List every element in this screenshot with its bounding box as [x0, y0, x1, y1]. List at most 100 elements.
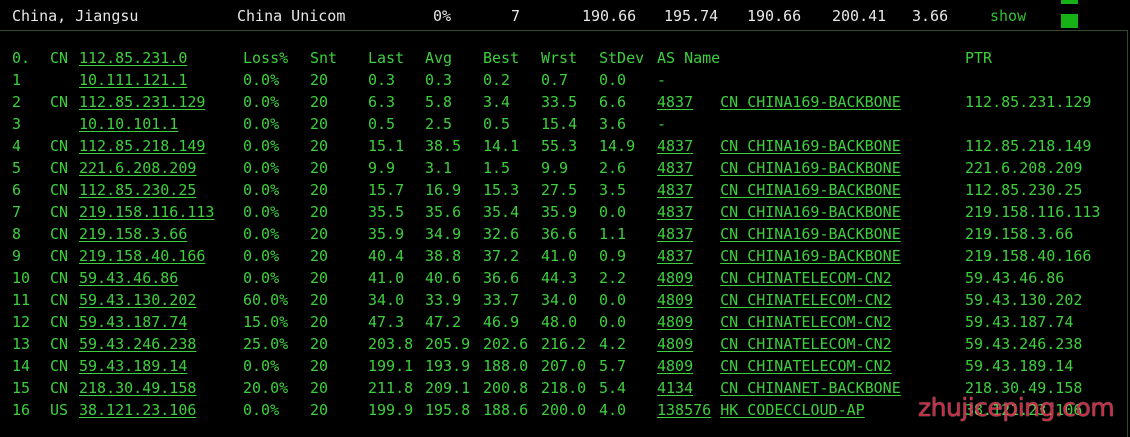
hop-number: 16 — [12, 401, 31, 419]
hop-asname[interactable]: CN CHINA169-BACKBONE — [720, 203, 901, 221]
hop-ptr: 112.85.218.149 — [965, 137, 1092, 155]
hop-host[interactable]: 10.111.121.1 — [79, 69, 187, 91]
hop-number: 15 — [12, 379, 31, 397]
header-host[interactable]: 112.85.231.0 — [79, 47, 187, 69]
table-row: 10 CN 59.43.46.86 0.0% 20 41.0 40.6 36.6 44.3 2.2… — [0, 267, 1127, 289]
hop-asn[interactable]: 4837 — [657, 203, 693, 221]
hop-as[interactable]: 4809 CN CHINATELECOM-CN2 — [657, 355, 892, 377]
summary-isp: China Unicom — [237, 7, 346, 25]
hop-ptr: 59.43.187.74 — [965, 313, 1074, 331]
hop-asname[interactable]: CN CHINATELECOM-CN2 — [720, 291, 892, 309]
hop-host[interactable]: 221.6.208.209 — [79, 157, 196, 179]
hop-asn[interactable]: 4809 — [657, 335, 693, 353]
hop-host[interactable]: 219.158.116.113 — [79, 201, 214, 223]
hop-asname[interactable]: CN CHINATELECOM-CN2 — [720, 357, 892, 375]
hop-asname[interactable]: CN CHINANET-BACKBONE — [720, 379, 901, 397]
hop-as[interactable]: 4809 CN CHINATELECOM-CN2 — [657, 267, 892, 289]
summary-last: 190.66 — [582, 7, 637, 25]
hop-asname[interactable]: CN CHINA169-BACKBONE — [720, 93, 901, 111]
hop-asname[interactable]: CN CHINATELECOM-CN2 — [720, 335, 892, 353]
hop-asn[interactable]: 4809 — [657, 357, 693, 375]
hop-as[interactable]: 4837 CN CHINA169-BACKBONE — [657, 135, 901, 157]
hop-asname[interactable]: HK CODECCLOUD-AP — [720, 401, 865, 419]
hop-sent: 20 — [310, 357, 329, 375]
hop-asname[interactable]: CN CHINA169-BACKBONE — [720, 137, 901, 155]
hop-worst: 33.5 — [541, 93, 578, 111]
hop-asname[interactable]: CN CHINA169-BACKBONE — [720, 159, 901, 177]
hop-as[interactable]: 4837 CN CHINA169-BACKBONE — [657, 91, 901, 113]
hop-asname[interactable]: CN CHINA169-BACKBONE — [720, 247, 901, 265]
header-snt: Snt — [310, 49, 338, 67]
hop-best: 1.5 — [483, 159, 511, 177]
country-code: CN — [50, 379, 69, 397]
hop-sent: 20 — [310, 71, 329, 89]
show-link[interactable]: show — [990, 6, 1026, 26]
hop-avg: 47.2 — [425, 313, 462, 331]
hop-asn[interactable]: 4837 — [657, 159, 693, 177]
hop-as[interactable]: 4134 CN CHINANET-BACKBONE — [657, 377, 901, 399]
hop-as[interactable]: 4809 CN CHINATELECOM-CN2 — [657, 289, 892, 311]
hop-as[interactable]: 138576 HK CODECCLOUD-AP — [657, 399, 865, 421]
hop-asn[interactable]: 4837 — [657, 181, 693, 199]
hop-stdev: 0.0 — [599, 71, 627, 89]
hop-asname[interactable]: CN CHINA169-BACKBONE — [720, 225, 901, 243]
hop-asname[interactable]: CN CHINATELECOM-CN2 — [720, 269, 892, 287]
hop-host[interactable]: 59.43.246.238 — [79, 333, 196, 355]
hop-asn[interactable]: 4837 — [657, 247, 693, 265]
hop-as[interactable]: 4837 CN CHINA169-BACKBONE — [657, 223, 901, 245]
hop-asn[interactable]: 4837 — [657, 225, 693, 243]
hop-number: 9 — [12, 247, 22, 265]
hop-as[interactable]: 4837 CN CHINA169-BACKBONE — [657, 179, 901, 201]
hop-asn[interactable]: 4837 — [657, 93, 693, 111]
hop-host[interactable]: 59.43.46.86 — [79, 267, 178, 289]
hop-host[interactable]: 59.43.187.74 — [79, 311, 187, 333]
hop-best: 33.7 — [483, 291, 520, 309]
hop-host[interactable]: 38.121.23.106 — [79, 399, 196, 421]
hop-sent: 20 — [310, 313, 329, 331]
summary-row: China, Jiangsu China Unicom 0% 7 190.66 … — [0, 0, 1130, 30]
hop-asn[interactable]: 4809 — [657, 313, 693, 331]
hop-as[interactable]: 4809 CN CHINATELECOM-CN2 — [657, 311, 892, 333]
hop-host[interactable]: 59.43.130.202 — [79, 289, 196, 311]
hop-last: 47.3 — [368, 313, 405, 331]
hop-asn[interactable]: 4134 — [657, 379, 693, 397]
hop-host[interactable]: 219.158.40.166 — [79, 245, 205, 267]
hop-asname[interactable]: CN CHINA169-BACKBONE — [720, 181, 901, 199]
hop-asname[interactable]: CN CHINATELECOM-CN2 — [720, 313, 892, 331]
hop-asn[interactable]: 4809 — [657, 269, 693, 287]
hop-host[interactable]: 218.30.49.158 — [79, 377, 196, 399]
hop-host[interactable]: 112.85.230.25 — [79, 179, 196, 201]
hop-as[interactable]: 4837 CN CHINA169-BACKBONE — [657, 201, 901, 223]
hop-number: 1 — [12, 71, 22, 89]
hop-asn[interactable]: 4809 — [657, 291, 693, 309]
hop-last: 34.0 — [368, 291, 405, 309]
hop-avg: 16.9 — [425, 181, 462, 199]
hop-asn[interactable]: 138576 — [657, 401, 711, 419]
hop-asn[interactable]: 4837 — [657, 137, 693, 155]
hop-ptr: 219.158.40.166 — [965, 247, 1092, 265]
hop-host[interactable]: 10.10.101.1 — [79, 113, 178, 135]
hop-avg: 2.5 — [425, 115, 453, 133]
hop-ptr: 112.85.231.129 — [965, 93, 1092, 111]
hop-worst: 27.5 — [541, 181, 578, 199]
table-row: 11 CN 59.43.130.202 60.0% 20 34.0 33.9 33.7 34.0… — [0, 289, 1127, 311]
hop-sent: 20 — [310, 335, 329, 353]
country-code: CN — [50, 335, 69, 353]
hop-loss: 0.0% — [243, 71, 280, 89]
hop-best: 35.4 — [483, 203, 520, 221]
hop-host[interactable]: 219.158.3.66 — [79, 223, 187, 245]
hop-number: 7 — [12, 203, 22, 221]
hop-best: 188.0 — [483, 357, 529, 375]
hop-best: 15.3 — [483, 181, 520, 199]
hop-as[interactable]: 4809 CN CHINATELECOM-CN2 — [657, 333, 892, 355]
hop-loss: 20.0% — [243, 379, 289, 397]
hop-ptr: 112.85.230.25 — [965, 181, 1083, 199]
hop-as[interactable]: 4837 CN CHINA169-BACKBONE — [657, 245, 901, 267]
hop-host[interactable]: 112.85.231.129 — [79, 91, 205, 113]
hop-as[interactable]: 4837 CN CHINA169-BACKBONE — [657, 157, 901, 179]
hop-stdev: 3.5 — [599, 181, 627, 199]
hop-host[interactable]: 112.85.218.149 — [79, 135, 205, 157]
hop-ptr: 221.6.208.209 — [965, 159, 1083, 177]
hop-host[interactable]: 59.43.189.14 — [79, 355, 187, 377]
table-row: 13 CN 59.43.246.238 25.0% 20 203.8 205.9 202.6 2… — [0, 333, 1127, 355]
